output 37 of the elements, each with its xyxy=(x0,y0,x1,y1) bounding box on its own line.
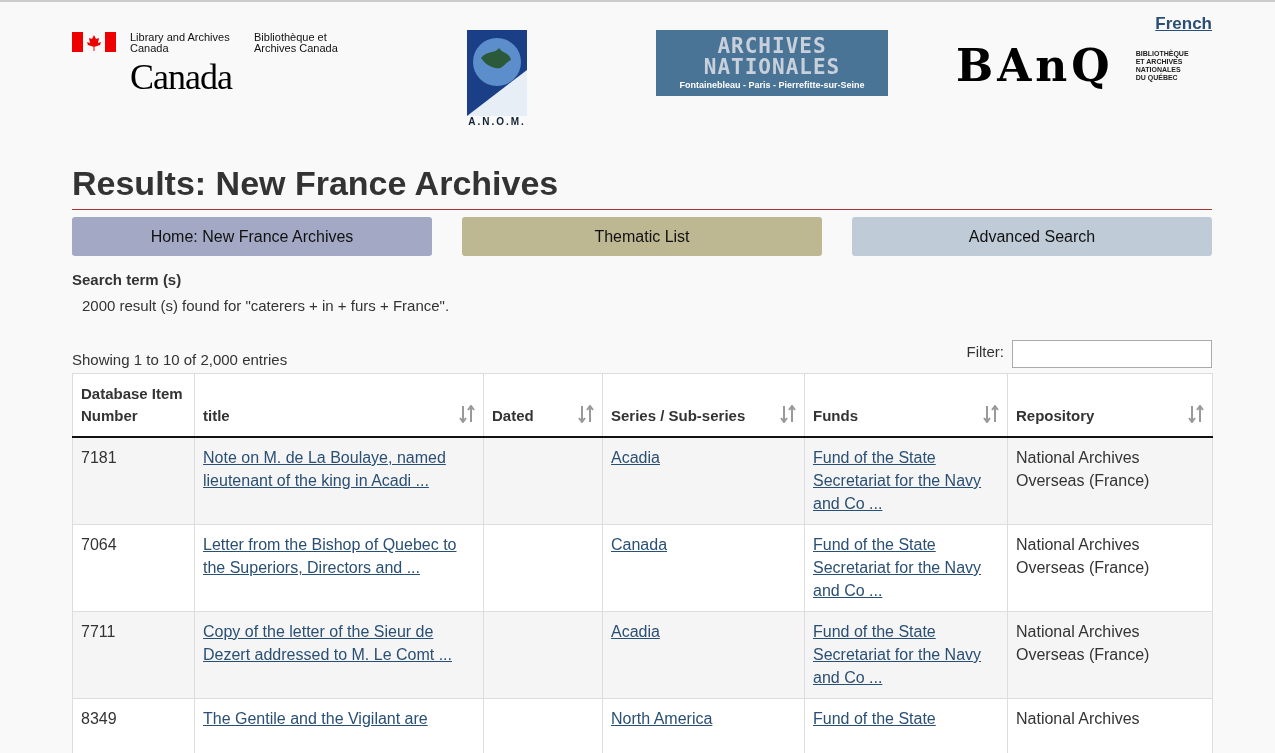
column-header[interactable]: Dated xyxy=(483,373,603,437)
logo-text: Library and Archives Canada xyxy=(130,32,231,54)
banq-wordmark: BAnQ xyxy=(956,40,1114,91)
column-header: Database Item Number xyxy=(72,373,195,437)
table-cell-text: National Archives Overseas (France) xyxy=(1016,448,1151,491)
table-cell-text: 7181 xyxy=(81,448,118,468)
sort-icon[interactable] xyxy=(459,405,475,423)
table-cell-text: National Archives Overseas (France) xyxy=(1016,535,1151,578)
sort-icon[interactable] xyxy=(780,405,796,423)
column-header[interactable]: Repository xyxy=(1007,373,1213,437)
column-header[interactable]: Series / Sub-series xyxy=(602,373,805,437)
filter-field[interactable] xyxy=(1012,340,1212,368)
filter-label: Filter: xyxy=(966,342,1004,360)
column-header[interactable]: title xyxy=(194,373,484,437)
wordmark: Canada xyxy=(130,56,234,98)
nav-button[interactable]: Thematic List xyxy=(462,217,822,256)
sort-icon[interactable] xyxy=(578,405,594,423)
nav-button[interactable]: Advanced Search xyxy=(852,217,1212,256)
globe-logo-icon xyxy=(467,30,527,116)
table-cell-text: 7064 xyxy=(81,535,118,555)
table-cell-text: 8349 xyxy=(81,709,118,729)
page-title: Results: New France Archives xyxy=(72,164,1212,210)
result-summary: 2000 result (s) found for "caterers + in + furs + France". xyxy=(82,297,451,314)
logo-text: Bibliothèque et Archives Canada xyxy=(254,32,339,54)
language-link[interactable]: French xyxy=(1155,14,1212,36)
column-header[interactable]: Funds xyxy=(804,373,1008,437)
logo-caption: A.N.O.M. xyxy=(468,116,526,127)
search-heading: Search term (s) xyxy=(72,271,183,288)
archives-logo: ARCHIVES NATIONALES Fontainebleau - Paris - Pierrefitte-sur-Seine xyxy=(656,30,888,96)
table-cell-text: National Archives xyxy=(1016,709,1141,729)
sort-icon[interactable] xyxy=(1188,405,1204,423)
nav-button[interactable]: Home: New France Archives xyxy=(72,217,432,256)
entries-info: Showing 1 to 10 of 2,000 entries xyxy=(72,351,288,368)
sort-icon[interactable] xyxy=(983,405,999,423)
table-cell-text: National Archives Overseas (France) xyxy=(1016,622,1151,665)
table-cell-text: 7711 xyxy=(81,622,117,642)
flag-icon xyxy=(72,32,116,52)
